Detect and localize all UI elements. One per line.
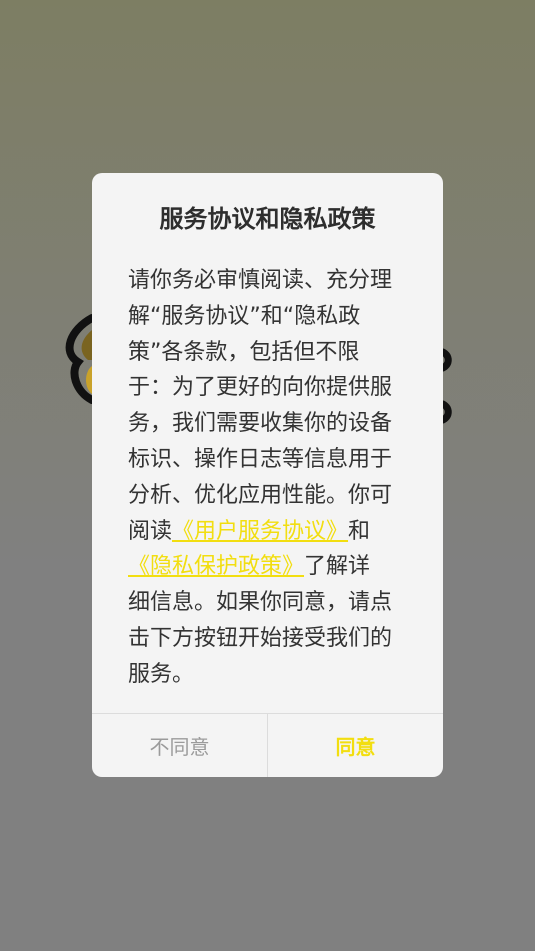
dialog-title: 服务协议和隐私政策 bbox=[159, 205, 376, 233]
agree-button[interactable]: 同意 bbox=[268, 714, 443, 777]
privacy-consent-dialog: 服务协议和隐私政策 请你务必审慎阅读、充分理解“服务协议”和“隐私政策”各条款，… bbox=[92, 173, 443, 777]
body-text-intro: 请你务必审慎阅读、充分理解“服务协议”和“隐私政策”各条款，包括但不限于：为了更… bbox=[128, 268, 393, 544]
body-text-conjunction: 和 bbox=[348, 518, 371, 544]
dialog-button-bar: 不同意 同意 bbox=[92, 713, 443, 777]
dialog-body-text: 请你务必审慎阅读、充分理解“服务协议”和“隐私政策”各条款，包括但不限于：为了更… bbox=[128, 263, 392, 693]
disagree-button[interactable]: 不同意 bbox=[92, 714, 268, 777]
privacy-policy-link[interactable]: 《隐私保护政策》 bbox=[128, 554, 304, 579]
user-agreement-link[interactable]: 《用户服务协议》 bbox=[172, 519, 348, 544]
